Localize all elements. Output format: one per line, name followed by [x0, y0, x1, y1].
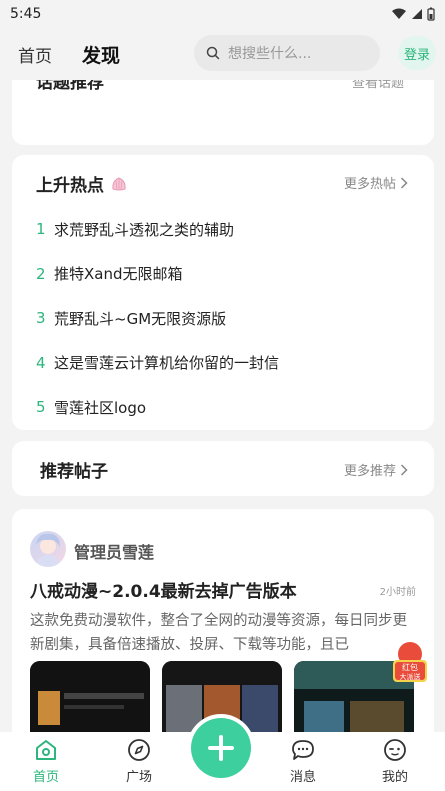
shell-icon	[112, 176, 126, 190]
hot-topics-title: 上升热点	[36, 171, 128, 196]
plus-icon	[208, 735, 234, 761]
hot-item[interactable]: 4 这是雪莲云计算机给你留的一封信	[36, 341, 414, 386]
hot-item[interactable]: 5 雪莲社区logo	[36, 385, 414, 430]
nav-messages[interactable]: 消息	[273, 738, 333, 785]
status-bar: 5:45	[0, 0, 445, 28]
hot-text: 雪莲社区logo	[54, 398, 147, 417]
red-packet-text-1: 红包	[402, 662, 418, 672]
more-hot-label: 更多热帖	[343, 177, 396, 192]
nav-square[interactable]: 广场	[109, 738, 169, 785]
hot-text: 求荒野乱斗透视之类的辅助	[54, 220, 235, 239]
hot-text: 这是雪莲云计算机给你留的一封信	[54, 354, 280, 373]
avatar[interactable]	[30, 531, 66, 567]
hot-text: 推特Xand无限邮箱	[54, 265, 183, 284]
topic-card-title: 话题推荐	[36, 80, 104, 93]
hot-topics-list: 1 求荒野乱斗透视之类的辅助 2 推特Xand无限邮箱 3 荒野乱斗~GM无限资源版 …	[36, 207, 414, 430]
hot-rank: 4	[36, 353, 46, 372]
hot-rank: 3	[36, 309, 46, 328]
nav-messages-label: 消息	[289, 770, 316, 785]
topic-card: 话题推荐 查看话题	[12, 80, 434, 145]
post-time: 2小时前	[379, 587, 416, 598]
red-packet-badge[interactable]: 红包 大派送	[390, 640, 430, 686]
nav-square-label: 广场	[125, 770, 152, 785]
status-icons	[391, 7, 435, 21]
chat-icon	[292, 740, 314, 760]
recommend-title: 推荐帖子	[40, 462, 108, 482]
search-icon	[206, 46, 220, 60]
wifi-icon	[392, 8, 406, 19]
hot-text: 荒野乱斗~GM无限资源版	[54, 309, 227, 328]
post-title[interactable]: 八戒动漫~2.0.4最新去掉广告版本	[30, 577, 297, 602]
nav-home-label: 首页	[32, 770, 59, 785]
nav-home[interactable]: 首页	[16, 738, 76, 785]
nav-profile[interactable]: 我的	[365, 738, 425, 785]
topic-card-more[interactable]: 查看话题	[352, 80, 404, 91]
post-author[interactable]: 管理员雪莲	[74, 539, 154, 563]
hot-rank: 1	[36, 220, 46, 239]
red-packet-text-2: 大派送	[400, 672, 421, 681]
more-recommend-link[interactable]: 更多推荐	[344, 460, 408, 479]
more-recommend-label: 更多推荐	[343, 464, 396, 479]
compass-icon	[128, 739, 150, 761]
hot-rank: 5	[36, 398, 46, 417]
hot-item[interactable]: 2 推特Xand无限邮箱	[36, 252, 414, 297]
hot-rank: 2	[36, 264, 46, 283]
profile-icon	[384, 739, 406, 761]
search-placeholder: 想搜些什么...	[228, 46, 312, 62]
chevron-right-icon	[400, 176, 408, 189]
tab-home[interactable]: 首页	[18, 42, 52, 67]
hot-item[interactable]: 1 求荒野乱斗透视之类的辅助	[36, 207, 414, 252]
nav-profile-label: 我的	[381, 770, 408, 785]
post-card[interactable]: 管理员雪莲 八戒动漫~2.0.4最新去掉广告版本 2小时前 这款免费动漫软件，整…	[12, 509, 434, 749]
login-button[interactable]: 登录	[398, 36, 436, 70]
post-body: 这款免费动漫软件，整合了全网的动漫等资源，每日同步更新剧集，具备倍速播放、投屏、…	[30, 613, 407, 653]
recommend-card: 推荐帖子 更多推荐	[12, 441, 434, 496]
hot-item[interactable]: 3 荒野乱斗~GM无限资源版	[36, 296, 414, 341]
signal-icon	[412, 9, 422, 19]
tab-discover[interactable]: 发现	[82, 41, 121, 68]
hot-topics-card: 上升热点 更多热帖 1 求荒野乱斗透视之类的辅助 2 推特Xand无限邮箱 3 荒野乱…	[12, 155, 434, 430]
search-input[interactable]: 想搜些什么...	[194, 35, 380, 71]
tab-discover-label: 发现	[82, 44, 121, 67]
status-time: 5:45	[10, 6, 42, 22]
chevron-right-icon	[400, 463, 408, 476]
top-header: 首页 发现 想搜些什么... 登录	[0, 28, 445, 80]
battery-icon	[427, 7, 435, 21]
create-post-button[interactable]	[191, 718, 251, 778]
hot-topics-title-text: 上升热点	[36, 176, 104, 196]
more-hot-link[interactable]: 更多热帖	[344, 173, 408, 192]
home-icon	[36, 740, 56, 760]
